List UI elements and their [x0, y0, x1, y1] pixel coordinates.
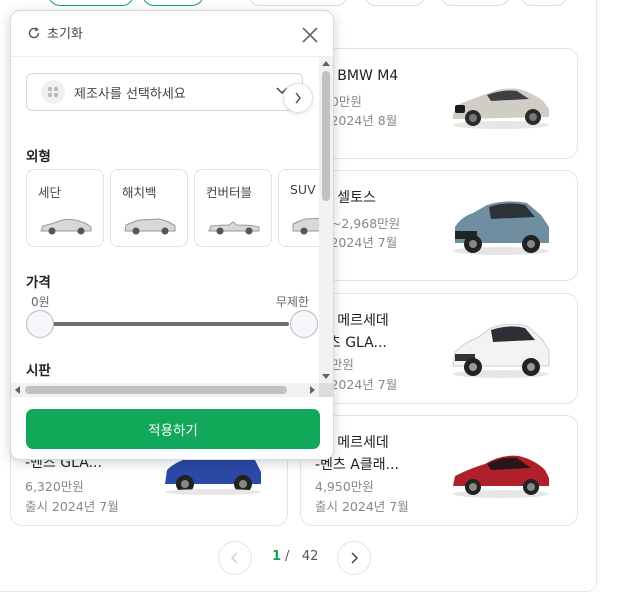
car-price: 4,950만원 — [315, 479, 374, 494]
scroll-up-arrow-icon[interactable] — [322, 61, 330, 66]
filter-chip-row — [0, 0, 621, 6]
shape-label: 세단 — [38, 185, 62, 200]
chevron-right-icon — [295, 92, 301, 104]
car-release: 출시 2024년 7월 — [315, 499, 409, 514]
shape-carousel: 세단 해치백 컨버터블 SUV — [26, 169, 319, 249]
filter-chip[interactable] — [142, 0, 204, 6]
price-slider-min-handle[interactable] — [26, 310, 54, 338]
scroll-left-arrow-icon[interactable] — [15, 386, 20, 394]
car-image-suv-white — [452, 323, 550, 378]
page-separator: / — [285, 549, 290, 564]
shape-option-hatchback[interactable]: 해치백 — [110, 169, 188, 247]
total-pages: 42 — [301, 549, 319, 564]
scroll-down-arrow-icon[interactable] — [322, 374, 330, 379]
current-page: 1 — [272, 549, 282, 564]
scrollbar-thumb[interactable] — [25, 386, 287, 394]
convertible-icon — [208, 221, 260, 235]
price-min-label: 0원 — [31, 295, 50, 309]
shape-next-button[interactable] — [283, 83, 313, 113]
filter-scroll-area[interactable]: 제조사를 선택하세요 외형 세단 해치백 컨버터블 SUV 가격 0원 무제한 … — [11, 57, 319, 383]
filter-panel-header: 초기화 — [11, 11, 333, 57]
scrollbar-corner — [319, 383, 333, 397]
car-price: 6,320만원 — [25, 479, 84, 494]
filter-chip[interactable] — [248, 0, 348, 6]
filter-chip[interactable] — [520, 0, 568, 6]
shape-option-sedan[interactable]: 세단 — [26, 169, 104, 247]
car-release: 출시 2024년 7월 — [25, 499, 119, 514]
shape-label: SUV — [290, 182, 316, 197]
shape-option-suv[interactable]: SUV — [278, 169, 319, 247]
next-page-button[interactable] — [337, 541, 371, 575]
car-title: 25 메르세데 벤츠 GLA... — [315, 313, 389, 351]
filter-panel: 초기화 제조사를 선택하세요 외형 세단 해치백 컨버터블 SUV 가격 0원 … — [10, 10, 334, 460]
scrollbar-thumb[interactable] — [322, 71, 330, 201]
filter-chip[interactable] — [48, 0, 134, 6]
year-section-title: 시판 — [26, 363, 51, 379]
car-image-sedan-red — [453, 455, 549, 498]
filter-chip[interactable] — [440, 0, 510, 6]
car-title: 25 BMW M4 — [315, 68, 399, 84]
refresh-icon — [28, 26, 40, 38]
horizontal-scrollbar[interactable] — [11, 383, 319, 397]
page-indicator: 1/ 42 — [272, 549, 318, 564]
car-card[interactable]: 25 셀토스 47~2,968만원 시 2024년 7월 — [300, 170, 578, 281]
price-max-label: 무제한 — [275, 295, 309, 309]
shape-label: 해치백 — [122, 185, 157, 200]
close-icon[interactable] — [299, 24, 321, 46]
car-card[interactable]: 25 BMW M4 700만원 시 2024년 8월 — [300, 48, 578, 159]
grid-icon — [41, 80, 65, 104]
car-title: 25 메르세데 -벤츠 A클래... — [315, 435, 399, 473]
car-card[interactable]: 25 메르세데 벤츠 GLA... 60만원 시 2024년 7월 — [300, 293, 578, 404]
car-image-coupe — [453, 88, 549, 129]
chevron-left-icon — [230, 552, 238, 564]
hatchback-icon — [124, 218, 176, 235]
car-image-suv — [453, 201, 549, 255]
car-title: 25 셀토스 — [315, 190, 376, 206]
shape-option-convertible[interactable]: 컨버터블 — [194, 169, 272, 247]
filter-chip[interactable] — [364, 0, 426, 6]
price-section-title: 가격 — [26, 275, 51, 291]
suv-icon — [292, 217, 319, 235]
reset-label: 초기화 — [47, 27, 83, 42]
shape-label: 컨버터블 — [206, 185, 253, 200]
pagination: 1/ 42 — [0, 541, 597, 575]
car-card[interactable]: 25 메르세데 -벤츠 A클래... 4,950만원 출시 2024년 7월 — [300, 415, 578, 526]
price-slider-track[interactable] — [39, 322, 289, 326]
vertical-scrollbar[interactable] — [319, 57, 333, 383]
shape-section-title: 외형 — [26, 149, 51, 165]
sedan-icon — [40, 218, 92, 235]
reset-button[interactable]: 초기화 — [27, 23, 83, 42]
price-slider-max-handle[interactable] — [290, 310, 318, 338]
apply-button[interactable]: 적용하기 — [26, 409, 320, 449]
maker-select-placeholder: 제조사를 선택하세요 — [74, 86, 186, 102]
prev-page-button[interactable] — [218, 541, 252, 575]
scroll-right-arrow-icon[interactable] — [310, 386, 315, 394]
maker-select[interactable]: 제조사를 선택하세요 — [26, 73, 303, 111]
chevron-right-icon — [351, 552, 359, 564]
